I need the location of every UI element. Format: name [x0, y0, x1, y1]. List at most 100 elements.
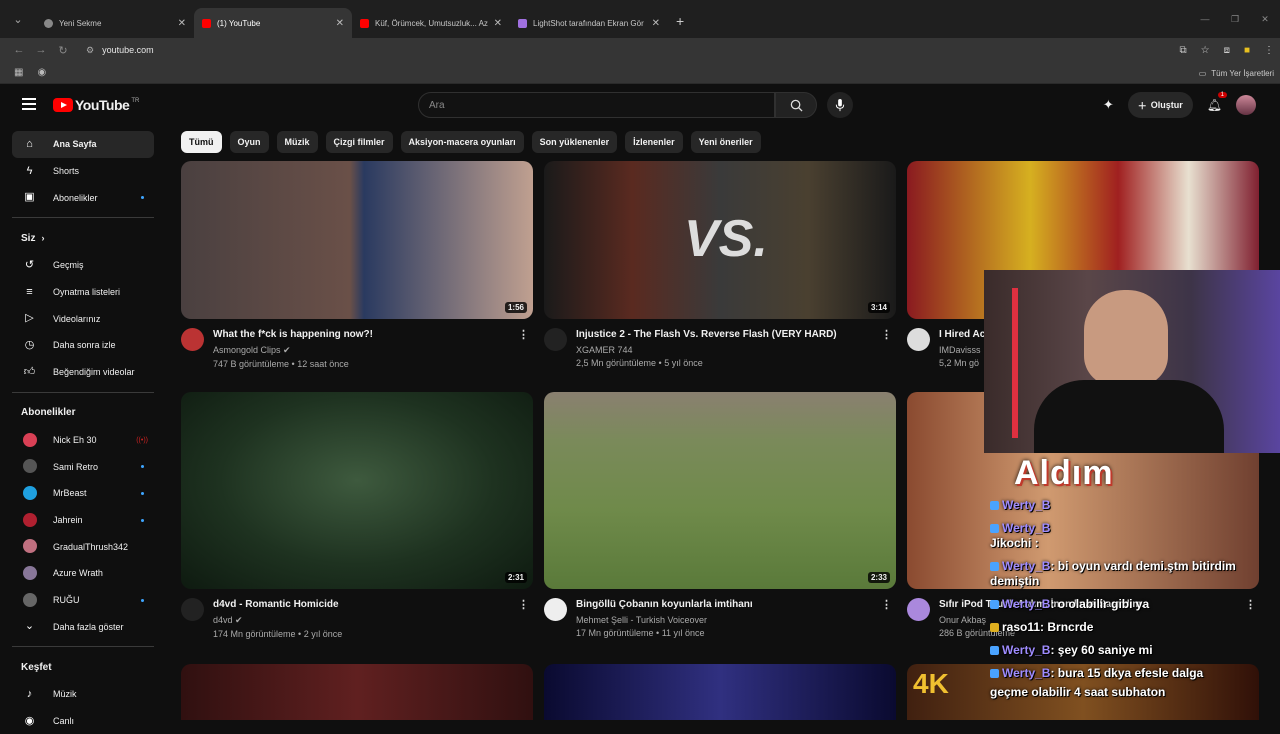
video-card[interactable]: 2:33 Bingöllü Çobanın koyunlarla imtihan…: [544, 392, 896, 649]
channel-avatar[interactable]: [907, 598, 930, 621]
sidebar-item-label: Geçmiş: [53, 260, 84, 271]
tab-search-chevron-icon[interactable]: ⌄: [0, 0, 36, 38]
minimize-icon[interactable]: —: [1190, 14, 1220, 24]
chip-all[interactable]: Tümü: [181, 131, 222, 153]
browser-menu-icon[interactable]: ⋮: [1264, 45, 1274, 56]
video-thumbnail[interactable]: 2:31: [181, 392, 533, 589]
youtube-logo[interactable]: YouTube TR: [53, 97, 139, 113]
notifications-button[interactable]: 🔔︎ 1: [1207, 92, 1227, 114]
browser-tab[interactable]: Küf, Örümcek, Umutsuzluk... Az ✕: [352, 8, 510, 38]
apps-grid-icon[interactable]: ▦: [14, 67, 23, 78]
chip-cartoons[interactable]: Çizgi filmler: [325, 131, 393, 153]
create-label: Oluştur: [1150, 100, 1183, 110]
reload-icon[interactable]: ↻: [52, 44, 74, 57]
video-title[interactable]: d4vd - Romantic Homicide: [213, 598, 533, 611]
video-title[interactable]: Injustice 2 - The Flash Vs. Reverse Flas…: [576, 328, 896, 341]
video-card[interactable]: VS. 3:14 Injustice 2 - The Flash Vs. Rev…: [544, 161, 896, 379]
channel-avatar[interactable]: [544, 598, 567, 621]
close-window-icon[interactable]: ✕: [1250, 14, 1280, 25]
more-options-icon[interactable]: ⋮: [518, 328, 529, 341]
show-more-button[interactable]: ⌄ Daha fazla göster: [12, 613, 154, 640]
browser-toolbar: ← → ↻ ⚙ youtube.com ⧉ ☆ ⧈ ■ ⋮: [0, 38, 1280, 62]
close-tab-icon[interactable]: ✕: [494, 18, 502, 29]
channel-name: Asmongold Clips: [213, 345, 281, 355]
history-icon: ↺: [24, 259, 35, 272]
chip-action-adventure[interactable]: Aksiyon-macera oyunları: [400, 131, 524, 153]
extension-icon[interactable]: ■: [1244, 45, 1250, 56]
chrome-icon[interactable]: ◉: [37, 67, 46, 78]
extensions-icon[interactable]: ⧈: [1224, 45, 1230, 56]
account-avatar[interactable]: [1236, 95, 1256, 115]
search-button[interactable]: [775, 92, 817, 118]
search-input[interactable]: Ara: [418, 92, 775, 118]
channel-avatar[interactable]: [181, 598, 204, 621]
sidebar-item-subscriptions[interactable]: ▣ Abonelikler: [12, 184, 154, 211]
all-bookmarks-button[interactable]: ▭ Tüm Yer İşaretleri: [1199, 62, 1274, 84]
video-thumbnail[interactable]: 2:33: [544, 392, 896, 589]
cast-icon[interactable]: ⧉: [1179, 45, 1186, 56]
site-info-icon[interactable]: ⚙: [86, 45, 94, 56]
more-options-icon[interactable]: ⋮: [881, 598, 892, 611]
chip-new-to-you[interactable]: Yeni öneriler: [690, 131, 761, 153]
video-title[interactable]: Bingöllü Çobanın koyunlarla imtihanı: [576, 598, 896, 611]
sidebar-item-music[interactable]: ♪ Müzik: [12, 681, 154, 708]
channel-avatar[interactable]: [907, 328, 930, 351]
restore-icon[interactable]: ❐: [1220, 14, 1250, 25]
video-thumbnail[interactable]: [544, 664, 896, 720]
new-content-dot: [141, 465, 144, 469]
video-channel[interactable]: d4vd ✔︎: [213, 615, 533, 626]
bookmark-star-icon[interactable]: ☆: [1201, 45, 1210, 56]
close-tab-icon[interactable]: ✕: [178, 18, 186, 29]
logo-text: YouTube: [75, 97, 130, 113]
browser-tab[interactable]: Yeni Sekme ✕: [36, 8, 194, 38]
video-channel[interactable]: Asmongold Clips ✔︎: [213, 345, 533, 356]
video-thumbnail[interactable]: VS. 3:14: [544, 161, 896, 319]
sidebar-sub-channel[interactable]: Azure Wrath: [12, 560, 154, 587]
back-icon[interactable]: ←: [8, 44, 30, 56]
video-card[interactable]: 2:31 d4vd - Romantic Homicide d4vd ✔︎ 17…: [181, 392, 533, 649]
video-thumbnail[interactable]: [181, 664, 533, 720]
video-card[interactable]: 1:56 What the f*ck is happening now?! As…: [181, 161, 533, 379]
forward-icon[interactable]: →: [30, 44, 52, 56]
video-channel[interactable]: XGAMER 744: [576, 345, 896, 355]
browser-tab[interactable]: LightShot tarafından Ekran Gör ✕: [510, 8, 668, 38]
video-thumbnail[interactable]: 1:56: [181, 161, 533, 319]
chip-recently-uploaded[interactable]: Son yüklenenler: [531, 131, 618, 153]
chip-watched[interactable]: İzlenenler: [625, 131, 683, 153]
sidebar-sub-channel[interactable]: Sami Retro: [12, 453, 154, 480]
tab-title: LightShot tarafından Ekran Gör: [533, 18, 644, 28]
sidebar-sub-channel[interactable]: RUĞU: [12, 587, 154, 614]
sidebar-item-watch-later[interactable]: ◷ Daha sonra izle: [12, 332, 154, 359]
sidebar-item-shorts[interactable]: ϟ Shorts: [12, 158, 154, 185]
sidebar-sub-channel[interactable]: MrBeast: [12, 480, 154, 507]
chip-gaming[interactable]: Oyun: [229, 131, 269, 153]
address-bar[interactable]: ⚙ youtube.com: [86, 38, 1186, 62]
chat-text: geçme olabilir 4 saat subhaton: [990, 685, 1166, 699]
voice-search-button[interactable]: [827, 92, 853, 118]
sidebar-section-you[interactable]: Siz ›: [0, 224, 166, 252]
sidebar-item-live[interactable]: ◉ Canlı: [12, 708, 154, 734]
more-options-icon[interactable]: ⋮: [881, 328, 892, 341]
menu-hamburger-icon[interactable]: [22, 98, 36, 113]
more-options-icon[interactable]: ⋮: [518, 598, 529, 611]
new-tab-button[interactable]: +: [676, 13, 684, 29]
video-title[interactable]: What the f*ck is happening now?!: [213, 328, 533, 341]
sidebar-sub-channel[interactable]: Jahrein: [12, 507, 154, 534]
sidebar-item-liked-videos[interactable]: 👍︎ Beğendiğim videolar: [12, 359, 154, 386]
sidebar-item-history[interactable]: ↺ Geçmiş: [12, 252, 154, 279]
close-tab-icon[interactable]: ✕: [652, 18, 660, 29]
sidebar-item-playlists[interactable]: ≡ Oynatma listeleri: [12, 279, 154, 306]
channel-avatar[interactable]: [544, 328, 567, 351]
channel-avatar[interactable]: [181, 328, 204, 351]
browser-tab-active[interactable]: (1) YouTube ✕: [194, 8, 352, 38]
video-channel[interactable]: Mehmet Şelli - Turkish Voiceover: [576, 615, 896, 625]
sidebar-sub-channel[interactable]: GradualThrush342: [12, 533, 154, 560]
chip-music[interactable]: Müzik: [276, 131, 318, 153]
premium-diamond-icon[interactable]: ✦: [1103, 97, 1114, 113]
sidebar-item-your-videos[interactable]: ▷ Videolarınız: [12, 305, 154, 332]
close-tab-icon[interactable]: ✕: [336, 18, 344, 29]
sidebar-section-subscriptions: Abonelikler: [0, 399, 166, 427]
create-button[interactable]: ＋ Oluştur: [1127, 92, 1193, 118]
sidebar-sub-channel[interactable]: Nick Eh 30 ((•)): [12, 427, 154, 454]
sidebar-item-home[interactable]: ⌂ Ana Sayfa: [12, 131, 154, 158]
